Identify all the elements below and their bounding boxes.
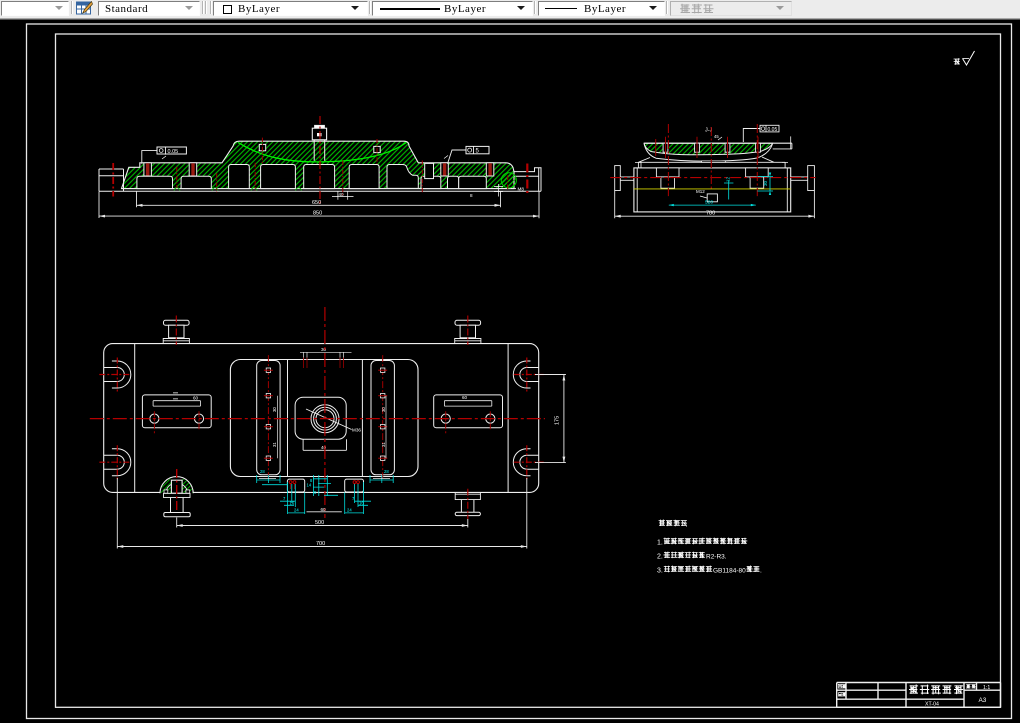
svg-text:780: 780 bbox=[706, 211, 715, 217]
svg-text:.: . bbox=[760, 568, 762, 575]
svg-text:M36: M36 bbox=[352, 428, 361, 433]
svg-text:16: 16 bbox=[359, 501, 364, 506]
svg-text:700: 700 bbox=[316, 541, 325, 547]
svg-text::: : bbox=[686, 522, 688, 529]
svg-text:0.05: 0.05 bbox=[768, 127, 778, 133]
svg-text:60: 60 bbox=[462, 395, 468, 400]
svg-text:45: 45 bbox=[714, 134, 719, 139]
svg-text:30: 30 bbox=[321, 347, 327, 352]
svg-text:60: 60 bbox=[193, 396, 199, 401]
svg-text:175: 175 bbox=[554, 416, 560, 425]
svg-text:500: 500 bbox=[315, 520, 324, 526]
svg-text:30: 30 bbox=[381, 407, 386, 412]
svg-text:A3: A3 bbox=[979, 697, 987, 704]
svg-text:R2-R3.: R2-R3. bbox=[706, 554, 727, 561]
svg-text:12: 12 bbox=[726, 176, 731, 182]
svg-text:3.: 3. bbox=[657, 568, 663, 575]
svg-text:1:1: 1:1 bbox=[983, 685, 990, 691]
svg-text:520: 520 bbox=[705, 200, 713, 206]
svg-text:650: 650 bbox=[312, 200, 321, 206]
svg-text:850: 850 bbox=[313, 211, 322, 217]
svg-text:GB1184-80: GB1184-80 bbox=[713, 568, 746, 575]
svg-text:60: 60 bbox=[321, 507, 327, 512]
svg-text:XT-04: XT-04 bbox=[925, 702, 939, 708]
svg-text:40: 40 bbox=[339, 192, 345, 197]
svg-text:M12: M12 bbox=[696, 189, 705, 194]
svg-text:28: 28 bbox=[260, 469, 265, 474]
svg-text:24: 24 bbox=[347, 508, 352, 513]
svg-text:1.: 1. bbox=[657, 540, 663, 547]
svg-text:31: 31 bbox=[381, 442, 386, 447]
svg-text:0.05: 0.05 bbox=[168, 149, 179, 155]
svg-text:M8: M8 bbox=[518, 187, 525, 192]
svg-text:40: 40 bbox=[321, 445, 327, 450]
svg-text:24: 24 bbox=[294, 508, 299, 513]
svg-text:31: 31 bbox=[272, 442, 277, 447]
svg-text:16: 16 bbox=[290, 501, 295, 506]
svg-text:2.: 2. bbox=[657, 554, 663, 561]
svg-text:28: 28 bbox=[384, 469, 389, 474]
svg-text:30: 30 bbox=[272, 407, 277, 412]
svg-text:8: 8 bbox=[470, 193, 473, 198]
svg-text:30: 30 bbox=[763, 180, 768, 186]
svg-text:14: 14 bbox=[307, 483, 312, 488]
